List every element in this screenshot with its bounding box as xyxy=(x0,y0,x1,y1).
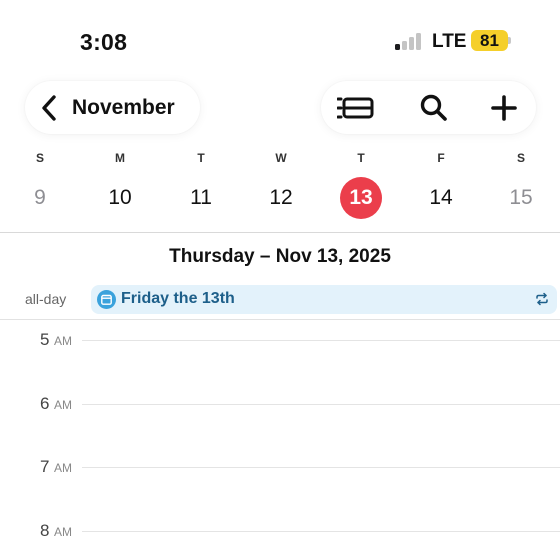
day-number[interactable]: 10 xyxy=(99,177,141,219)
back-to-month-button[interactable]: November xyxy=(25,81,200,134)
day-of-week-label: T xyxy=(357,151,365,165)
event-title: Friday the 13th xyxy=(121,290,235,307)
day-of-week-label: S xyxy=(35,151,44,165)
hour-number: 8 xyxy=(40,521,50,540)
hour-gridline xyxy=(82,404,560,405)
day-number[interactable]: 15 xyxy=(500,177,542,219)
hour-gridline xyxy=(82,531,560,532)
day-number[interactable]: 12 xyxy=(260,177,302,219)
divider xyxy=(0,232,560,233)
hour-number: 6 xyxy=(40,394,50,413)
day-number[interactable]: 11 xyxy=(180,177,222,219)
hour-gridline xyxy=(82,340,560,341)
battery-icon: 81 xyxy=(471,30,508,51)
calendar-icon xyxy=(97,290,116,309)
hour-gridline xyxy=(82,467,560,468)
list-view-icon xyxy=(337,97,374,119)
day-number[interactable]: 14 xyxy=(420,177,462,219)
search-icon xyxy=(420,94,447,121)
back-label: November xyxy=(72,95,175,119)
all-day-divider xyxy=(0,319,560,320)
search-button[interactable] xyxy=(412,89,456,127)
list-view-button[interactable] xyxy=(335,89,379,127)
all-day-label: all-day xyxy=(25,291,67,307)
hour-row[interactable]: 8 AM xyxy=(0,521,560,541)
hour-row[interactable]: 7 AM xyxy=(0,457,560,477)
hour-meridiem: AM xyxy=(54,461,72,475)
day-of-week-label: T xyxy=(197,151,205,165)
battery-cap xyxy=(508,37,511,44)
day-of-week-label: W xyxy=(275,151,287,165)
toolbar xyxy=(321,81,536,134)
network-type: LTE xyxy=(432,31,467,52)
add-icon xyxy=(491,95,517,121)
day-number[interactable]: 9 xyxy=(19,177,61,219)
day-title: Thursday – Nov 13, 2025 xyxy=(169,246,391,267)
hour-number: 5 xyxy=(40,330,50,349)
add-event-button[interactable] xyxy=(482,89,526,127)
all-day-event[interactable]: Friday the 13th xyxy=(91,285,557,314)
selected-day[interactable]: 13 xyxy=(340,177,382,219)
repeat-icon xyxy=(536,292,548,306)
hour-meridiem: AM xyxy=(54,334,72,348)
hour-row[interactable]: 6 AM xyxy=(0,394,560,414)
status-time: 3:08 xyxy=(80,29,128,55)
day-of-week-label: F xyxy=(437,151,445,165)
hour-meridiem: AM xyxy=(54,525,72,539)
hour-meridiem: AM xyxy=(54,398,72,412)
hour-number: 7 xyxy=(40,457,50,476)
chevron-left-icon xyxy=(42,94,56,121)
hour-row[interactable]: 5 AM xyxy=(0,330,560,350)
day-of-week-label: S xyxy=(516,151,525,165)
status-bar: 3:08 LTE 81 xyxy=(0,0,560,70)
day-of-week-label: M xyxy=(115,151,125,165)
cellular-signal-icon xyxy=(395,33,423,50)
week-strip: S 9 M 10 T 11 W 12 T 13 F 14 S 15 xyxy=(0,148,560,228)
